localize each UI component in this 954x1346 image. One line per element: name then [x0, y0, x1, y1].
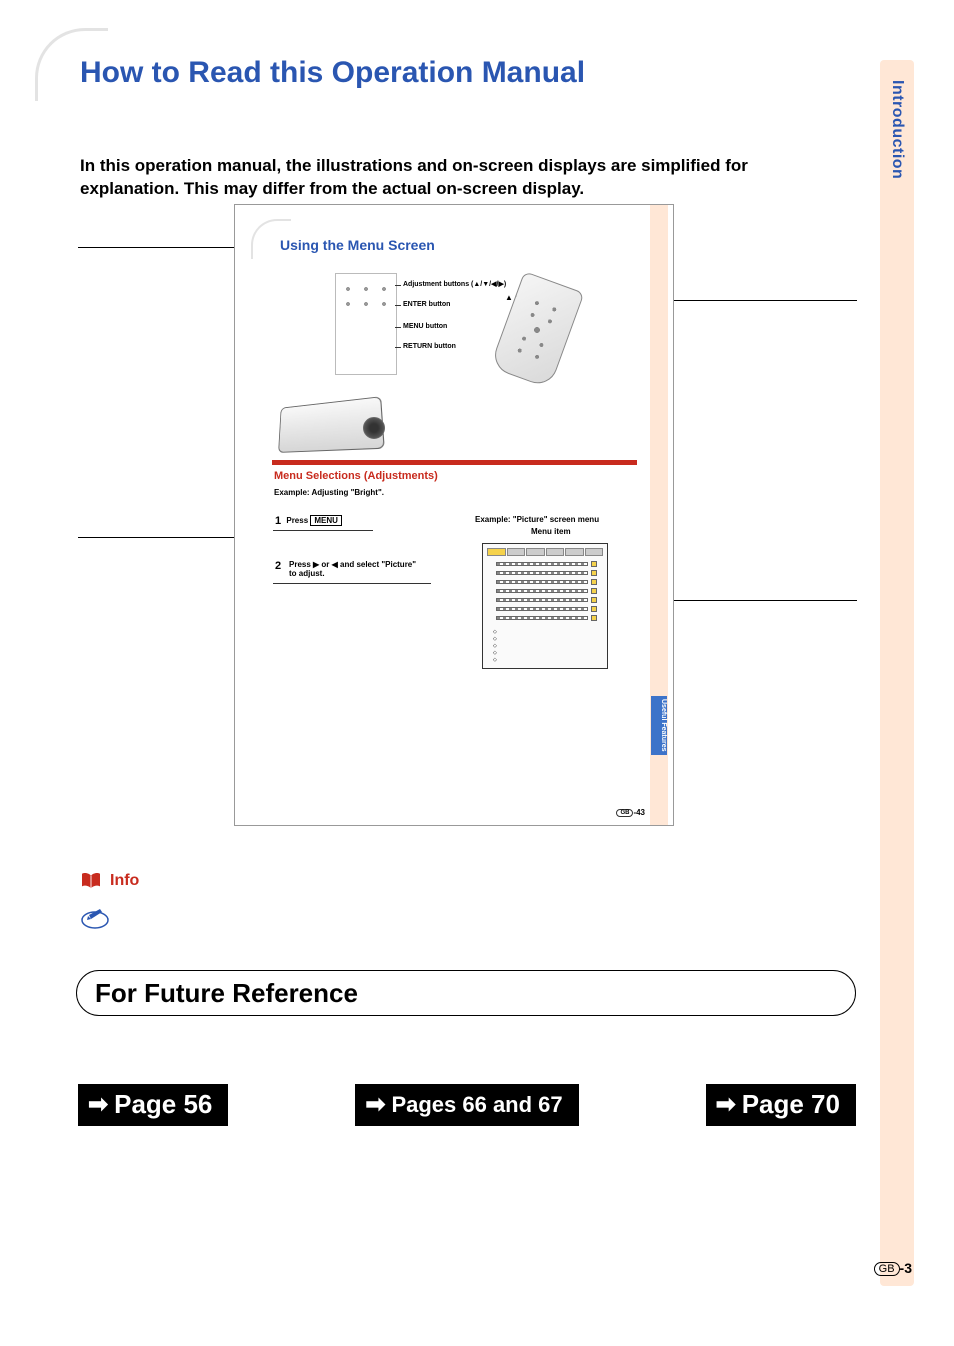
inset-side-tab: Useful Features — [650, 205, 668, 825]
inset-title: Using the Menu Screen — [280, 237, 435, 253]
section-heading: Menu Selections (Adjustments) — [274, 470, 438, 482]
page-ref-button-3[interactable]: ➡ Page 70 — [706, 1084, 856, 1126]
page-ref-button-1[interactable]: ➡ Page 56 — [78, 1084, 228, 1126]
inset-page-number: GB-43 — [616, 808, 645, 817]
info-row: Info — [80, 872, 139, 890]
arrow-right-icon: ➡ — [365, 1090, 385, 1119]
intro-paragraph: In this operation manual, the illustrati… — [80, 155, 840, 201]
remote-illustration — [489, 271, 584, 389]
callout-leader — [395, 327, 401, 328]
page-title: How to Read this Operation Manual — [80, 56, 585, 90]
callout-adjustment: Adjustment buttons (▲/▼/◀/▶) — [403, 280, 506, 288]
page-reference-row: ➡ Page 56 ➡ Pages 66 and 67 ➡ Page 70 — [78, 1084, 856, 1126]
callout-leader-right-2 — [657, 600, 857, 601]
page-number: GB-3 — [874, 1260, 912, 1276]
manual-page: Introduction How to Read this Operation … — [0, 0, 954, 1346]
step-2: 2 Press ▶ or ◀ and select "Picture" to a… — [275, 560, 425, 578]
step-1: 1 Press MENU — [275, 515, 342, 527]
arrow-right-icon: ➡ — [716, 1090, 736, 1119]
page-num: -3 — [900, 1260, 912, 1276]
callout-enter: ENTER button — [403, 301, 450, 308]
arrow-right-icon: ➡ — [88, 1090, 108, 1119]
osd-caption-1: Example: "Picture" screen menu — [475, 515, 599, 524]
callout-leader-left-2 — [78, 537, 234, 538]
pencil-icon — [80, 917, 110, 934]
step1-prefix: Press — [286, 516, 308, 525]
page-ref-label-1: Page 56 — [114, 1089, 212, 1120]
chapter-side-tab-label: Introduction — [888, 80, 906, 179]
book-icon — [80, 872, 102, 890]
chapter-side-tab: Introduction — [880, 60, 914, 1286]
callout-return: RETURN button — [403, 343, 456, 350]
callout-menu: MENU button — [403, 323, 447, 330]
info-label: Info — [110, 872, 139, 890]
callout-leader-left-1 — [78, 247, 234, 248]
inset-gb-badge: GB — [616, 809, 633, 817]
inset-side-tab-label: Useful Features — [651, 696, 667, 755]
page-ref-button-2[interactable]: ➡ Pages 66 and 67 — [355, 1084, 578, 1126]
control-panel-illustration — [335, 273, 397, 375]
example-intro: Example: Adjusting "Bright". — [274, 488, 384, 497]
note-row — [80, 906, 110, 935]
page-ref-label-3: Page 70 — [742, 1089, 840, 1120]
future-reference-box: For Future Reference — [76, 970, 856, 1016]
callout-leader — [395, 285, 401, 286]
callout-leader — [395, 305, 401, 306]
callout-leader-right-1 — [657, 300, 857, 301]
callout-leader — [395, 347, 401, 348]
inset-sample-page: Useful Features Using the Menu Screen Ad… — [234, 204, 674, 826]
future-reference-title: For Future Reference — [95, 978, 358, 1009]
gb-badge: GB — [874, 1262, 900, 1276]
step1-menu-box: MENU — [310, 515, 342, 526]
osd-caption-2: Menu item — [531, 527, 571, 536]
section-divider-bar — [272, 460, 637, 465]
osd-screenshot: ◇ ◇ ◇ ◇ ◇ — [482, 543, 608, 669]
page-ref-label-2: Pages 66 and 67 — [391, 1092, 562, 1118]
inset-page-num: -43 — [633, 808, 645, 817]
projector-illustration — [273, 391, 383, 459]
step2-text: Press ▶ or ◀ and select "Picture" to adj… — [289, 560, 425, 578]
